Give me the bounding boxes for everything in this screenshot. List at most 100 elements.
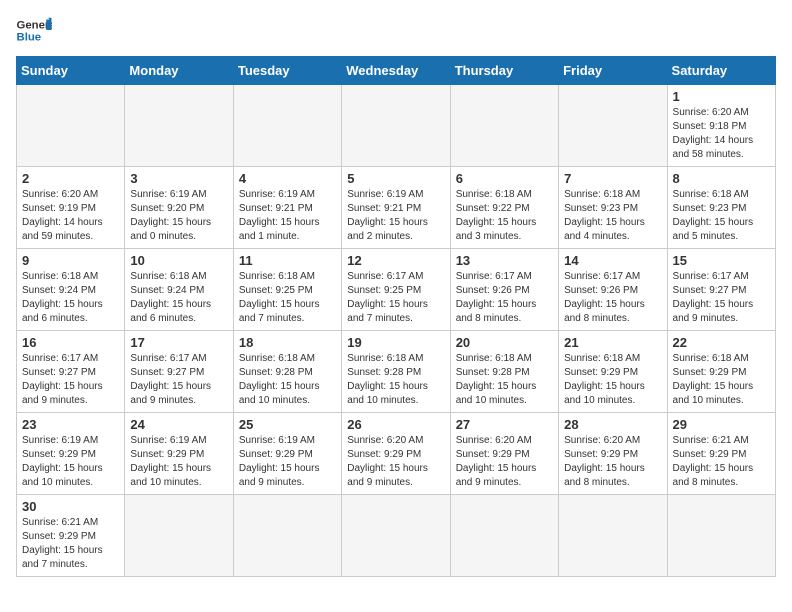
day-number: 9 xyxy=(22,253,119,268)
day-cell: 5 Sunrise: 6:19 AM Sunset: 9:21 PM Daylig… xyxy=(342,167,450,249)
day-info: Sunrise: 6:18 AM Sunset: 9:23 PM Dayligh… xyxy=(673,188,770,244)
svg-text:Blue: Blue xyxy=(17,32,42,44)
day-cell: 17 Sunrise: 6:17 AM Sunset: 9:27 PM Dayli… xyxy=(125,331,233,413)
day-cell: 28 Sunrise: 6:20 AM Sunset: 9:29 PM Dayli… xyxy=(559,413,667,495)
day-cell xyxy=(342,85,450,167)
day-info: Sunrise: 6:17 AM Sunset: 9:27 PM Dayligh… xyxy=(673,270,770,326)
day-number: 2 xyxy=(22,171,119,186)
weekday-header-tuesday: Tuesday xyxy=(233,57,341,85)
day-cell: 16 Sunrise: 6:17 AM Sunset: 9:27 PM Dayli… xyxy=(17,331,125,413)
day-info: Sunrise: 6:17 AM Sunset: 9:27 PM Dayligh… xyxy=(130,352,227,408)
day-info: Sunrise: 6:17 AM Sunset: 9:26 PM Dayligh… xyxy=(564,270,661,326)
week-row-1: 2 Sunrise: 6:20 AM Sunset: 9:19 PM Daylig… xyxy=(17,167,776,249)
day-info: Sunrise: 6:20 AM Sunset: 9:29 PM Dayligh… xyxy=(347,434,444,490)
day-info: Sunrise: 6:21 AM Sunset: 9:29 PM Dayligh… xyxy=(673,434,770,490)
day-number: 6 xyxy=(456,171,553,186)
day-number: 21 xyxy=(564,335,661,350)
day-number: 14 xyxy=(564,253,661,268)
week-row-2: 9 Sunrise: 6:18 AM Sunset: 9:24 PM Daylig… xyxy=(17,249,776,331)
day-info: Sunrise: 6:19 AM Sunset: 9:29 PM Dayligh… xyxy=(130,434,227,490)
weekday-header-friday: Friday xyxy=(559,57,667,85)
day-cell: 3 Sunrise: 6:19 AM Sunset: 9:20 PM Daylig… xyxy=(125,167,233,249)
day-info: Sunrise: 6:18 AM Sunset: 9:22 PM Dayligh… xyxy=(456,188,553,244)
day-cell xyxy=(17,85,125,167)
day-number: 26 xyxy=(347,417,444,432)
day-number: 22 xyxy=(673,335,770,350)
day-cell: 11Sunrise: 6:18 AM Sunset: 9:25 PM Dayli… xyxy=(233,249,341,331)
header: General Blue xyxy=(16,16,776,44)
weekday-header-wednesday: Wednesday xyxy=(342,57,450,85)
day-number: 16 xyxy=(22,335,119,350)
day-cell: 27 Sunrise: 6:20 AM Sunset: 9:29 PM Dayli… xyxy=(450,413,558,495)
day-number: 11 xyxy=(239,253,336,268)
day-number: 28 xyxy=(564,417,661,432)
day-cell: 24 Sunrise: 6:19 AM Sunset: 9:29 PM Dayli… xyxy=(125,413,233,495)
day-cell: 8 Sunrise: 6:18 AM Sunset: 9:23 PM Daylig… xyxy=(667,167,775,249)
day-info: Sunrise: 6:19 AM Sunset: 9:29 PM Dayligh… xyxy=(239,434,336,490)
day-info: Sunrise: 6:17 AM Sunset: 9:27 PM Dayligh… xyxy=(22,352,119,408)
day-info: Sunrise: 6:20 AM Sunset: 9:19 PM Dayligh… xyxy=(22,188,119,244)
day-cell xyxy=(559,495,667,577)
day-info: Sunrise: 6:18 AM Sunset: 9:28 PM Dayligh… xyxy=(456,352,553,408)
day-cell: 26 Sunrise: 6:20 AM Sunset: 9:29 PM Dayli… xyxy=(342,413,450,495)
day-number: 20 xyxy=(456,335,553,350)
day-info: Sunrise: 6:17 AM Sunset: 9:26 PM Dayligh… xyxy=(456,270,553,326)
day-cell xyxy=(233,85,341,167)
day-number: 17 xyxy=(130,335,227,350)
day-number: 30 xyxy=(22,499,119,514)
day-number: 29 xyxy=(673,417,770,432)
day-number: 1 xyxy=(673,89,770,104)
day-cell: 10Sunrise: 6:18 AM Sunset: 9:24 PM Dayli… xyxy=(125,249,233,331)
calendar-table: SundayMondayTuesdayWednesdayThursdayFrid… xyxy=(16,56,776,577)
day-number: 24 xyxy=(130,417,227,432)
day-info: Sunrise: 6:18 AM Sunset: 9:24 PM Dayligh… xyxy=(130,270,227,326)
day-cell: 12Sunrise: 6:17 AM Sunset: 9:25 PM Dayli… xyxy=(342,249,450,331)
day-info: Sunrise: 6:19 AM Sunset: 9:21 PM Dayligh… xyxy=(347,188,444,244)
day-number: 13 xyxy=(456,253,553,268)
day-number: 8 xyxy=(673,171,770,186)
day-info: Sunrise: 6:18 AM Sunset: 9:28 PM Dayligh… xyxy=(347,352,444,408)
day-cell: 9 Sunrise: 6:18 AM Sunset: 9:24 PM Daylig… xyxy=(17,249,125,331)
day-info: Sunrise: 6:20 AM Sunset: 9:29 PM Dayligh… xyxy=(564,434,661,490)
day-cell xyxy=(450,495,558,577)
day-cell: 20 Sunrise: 6:18 AM Sunset: 9:28 PM Dayli… xyxy=(450,331,558,413)
day-cell: 1 Sunrise: 6:20 AM Sunset: 9:18 PM Daylig… xyxy=(667,85,775,167)
weekday-header-sunday: Sunday xyxy=(17,57,125,85)
day-info: Sunrise: 6:19 AM Sunset: 9:20 PM Dayligh… xyxy=(130,188,227,244)
day-number: 27 xyxy=(456,417,553,432)
day-info: Sunrise: 6:21 AM Sunset: 9:29 PM Dayligh… xyxy=(22,516,119,572)
day-info: Sunrise: 6:18 AM Sunset: 9:23 PM Dayligh… xyxy=(564,188,661,244)
day-number: 18 xyxy=(239,335,336,350)
logo-icon: General Blue xyxy=(16,16,52,44)
day-cell: 23Sunrise: 6:19 AM Sunset: 9:29 PM Dayli… xyxy=(17,413,125,495)
day-cell: 14 Sunrise: 6:17 AM Sunset: 9:26 PM Dayli… xyxy=(559,249,667,331)
weekday-header-monday: Monday xyxy=(125,57,233,85)
day-info: Sunrise: 6:18 AM Sunset: 9:29 PM Dayligh… xyxy=(564,352,661,408)
day-cell: 6 Sunrise: 6:18 AM Sunset: 9:22 PM Daylig… xyxy=(450,167,558,249)
week-row-0: 1 Sunrise: 6:20 AM Sunset: 9:18 PM Daylig… xyxy=(17,85,776,167)
week-row-4: 23Sunrise: 6:19 AM Sunset: 9:29 PM Dayli… xyxy=(17,413,776,495)
day-info: Sunrise: 6:20 AM Sunset: 9:18 PM Dayligh… xyxy=(673,106,770,162)
day-cell: 4Sunrise: 6:19 AM Sunset: 9:21 PM Daylig… xyxy=(233,167,341,249)
day-info: Sunrise: 6:18 AM Sunset: 9:28 PM Dayligh… xyxy=(239,352,336,408)
day-cell: 21 Sunrise: 6:18 AM Sunset: 9:29 PM Dayli… xyxy=(559,331,667,413)
day-cell: 22Sunrise: 6:18 AM Sunset: 9:29 PM Dayli… xyxy=(667,331,775,413)
day-cell xyxy=(125,495,233,577)
day-cell xyxy=(125,85,233,167)
day-cell xyxy=(667,495,775,577)
day-number: 3 xyxy=(130,171,227,186)
day-cell: 18 Sunrise: 6:18 AM Sunset: 9:28 PM Dayli… xyxy=(233,331,341,413)
day-cell: 30 Sunrise: 6:21 AM Sunset: 9:29 PM Dayli… xyxy=(17,495,125,577)
weekday-header-row: SundayMondayTuesdayWednesdayThursdayFrid… xyxy=(17,57,776,85)
day-number: 5 xyxy=(347,171,444,186)
day-cell: 2 Sunrise: 6:20 AM Sunset: 9:19 PM Daylig… xyxy=(17,167,125,249)
weekday-header-saturday: Saturday xyxy=(667,57,775,85)
day-info: Sunrise: 6:19 AM Sunset: 9:21 PM Dayligh… xyxy=(239,188,336,244)
day-info: Sunrise: 6:20 AM Sunset: 9:29 PM Dayligh… xyxy=(456,434,553,490)
week-row-5: 30 Sunrise: 6:21 AM Sunset: 9:29 PM Dayli… xyxy=(17,495,776,577)
day-cell: 29 Sunrise: 6:21 AM Sunset: 9:29 PM Dayli… xyxy=(667,413,775,495)
day-number: 15 xyxy=(673,253,770,268)
week-row-3: 16 Sunrise: 6:17 AM Sunset: 9:27 PM Dayli… xyxy=(17,331,776,413)
day-info: Sunrise: 6:18 AM Sunset: 9:24 PM Dayligh… xyxy=(22,270,119,326)
day-number: 19 xyxy=(347,335,444,350)
